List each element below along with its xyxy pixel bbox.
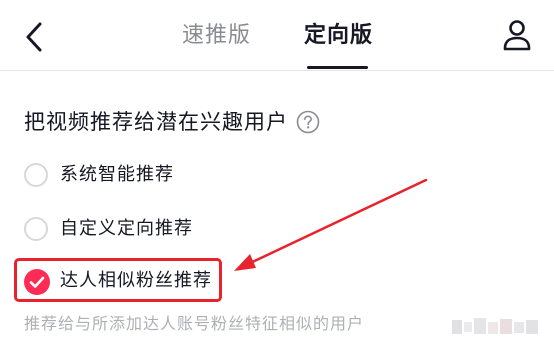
question-circle-icon bbox=[296, 110, 320, 134]
option-label: 自定义定向推荐 bbox=[60, 218, 193, 239]
option-description: 推荐给与所添加达人账号粉丝特征相似的用户 bbox=[24, 314, 365, 333]
watermark bbox=[452, 318, 538, 334]
help-button[interactable] bbox=[296, 110, 320, 134]
radio-unchecked[interactable] bbox=[24, 217, 48, 241]
annotation-highlight-box bbox=[14, 258, 222, 302]
annotation-arrow bbox=[234, 178, 428, 271]
header-bar: 速推版 定向版 bbox=[0, 0, 554, 71]
section-title: 把视频推荐给潜在兴趣用户 bbox=[24, 110, 288, 134]
user-button[interactable] bbox=[500, 18, 534, 54]
active-tab-indicator bbox=[307, 66, 368, 69]
back-button[interactable] bbox=[20, 18, 50, 56]
header-divider bbox=[0, 70, 554, 71]
option-label: 系统智能推荐 bbox=[60, 164, 174, 185]
chevron-left-icon bbox=[26, 22, 42, 52]
user-icon bbox=[503, 20, 531, 51]
tab-targeted-version[interactable]: 定向版 bbox=[304, 18, 373, 54]
tab-quick-version[interactable]: 速推版 bbox=[182, 18, 251, 54]
radio-unchecked[interactable] bbox=[24, 163, 48, 187]
targeted-promotion-page: 速推版 定向版 把视频推荐给潜在兴趣用户 系统智能推荐 自定义定向推荐 达人相似… bbox=[0, 0, 554, 351]
